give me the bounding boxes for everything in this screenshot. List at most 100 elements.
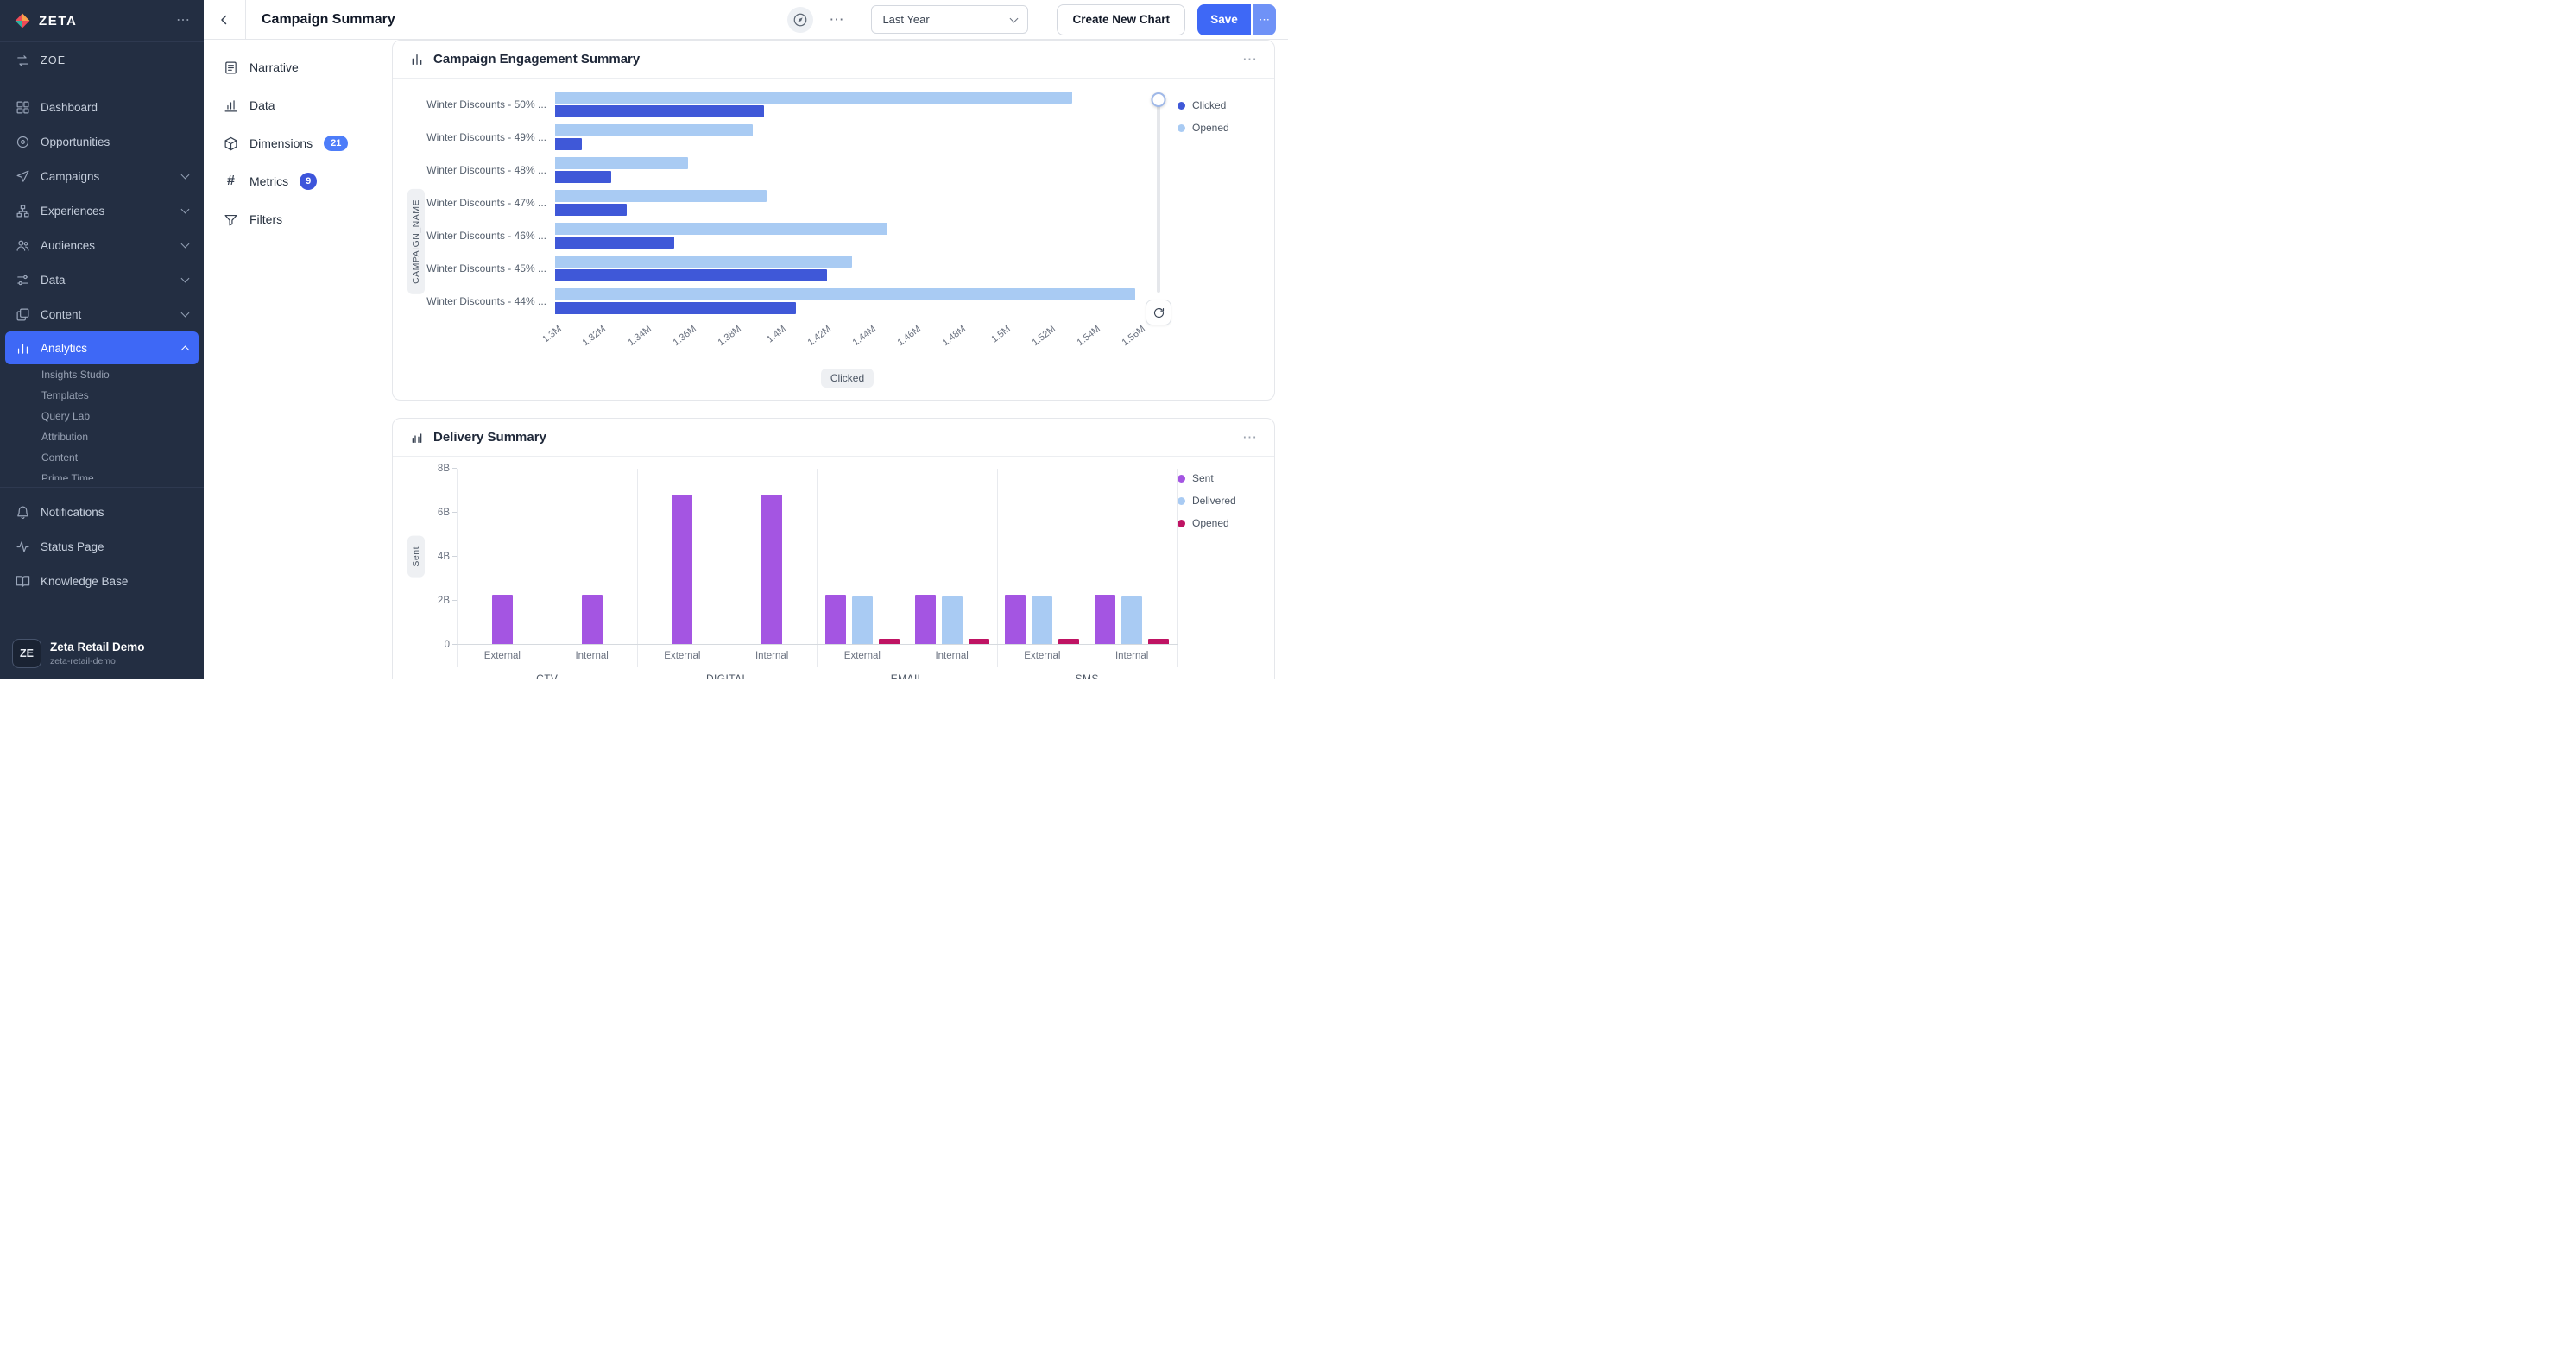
panel-item-narrative[interactable]: Narrative: [204, 48, 376, 86]
sidebar-item-dashboard[interactable]: Dashboard: [0, 90, 204, 124]
topbar: Campaign Summary ⋯ Last Year Create New …: [204, 0, 1288, 40]
funnel-icon: [224, 212, 238, 227]
slider-track[interactable]: [1157, 98, 1160, 293]
bar-opened[interactable]: [879, 639, 900, 644]
bar-clicked[interactable]: [555, 302, 796, 314]
sidebar-subitem-insights-studio[interactable]: Insights Studio: [0, 364, 204, 385]
legend-item[interactable]: Opened: [1178, 122, 1260, 134]
sidebar-item-notifications[interactable]: Notifications: [0, 495, 204, 529]
bar-sent[interactable]: [582, 595, 603, 644]
sidebar-item-label: Data: [41, 274, 66, 287]
time-range-select[interactable]: Last Year: [871, 5, 1028, 34]
zoe-label: ZOE: [41, 54, 66, 66]
bar-sent[interactable]: [492, 595, 513, 644]
bar-opened[interactable]: [555, 288, 1135, 300]
subgroup-label: Internal: [547, 645, 637, 667]
bar-opened[interactable]: [969, 639, 989, 644]
sidebar-item-experiences[interactable]: Experiences: [0, 193, 204, 228]
sidebar-item-analytics[interactable]: Analytics: [5, 331, 199, 364]
sidebar-divider: [0, 487, 204, 488]
bar-sent[interactable]: [825, 595, 846, 644]
profile-card[interactable]: ZE Zeta Retail Demo zeta-retail-demo: [0, 628, 204, 678]
more-options-icon[interactable]: ⋯: [1242, 52, 1257, 66]
x-tick-label: 1.5M: [989, 324, 1013, 345]
save-button[interactable]: Save: [1197, 4, 1251, 35]
bar-cell: [907, 469, 997, 644]
sidebar-item-audiences[interactable]: Audiences: [0, 228, 204, 262]
sidebar-item-content[interactable]: Content: [0, 297, 204, 331]
more-options-icon[interactable]: ⋯: [829, 12, 843, 27]
engagement-row: Winter Discounts - 50% ...: [427, 91, 1140, 118]
panel-item-filters[interactable]: Filters: [204, 200, 376, 238]
refresh-button[interactable]: [1146, 300, 1171, 325]
bar-sent[interactable]: [1005, 595, 1026, 644]
sidebar-subitem-prime-time[interactable]: Prime Time: [0, 468, 204, 480]
bar-opened[interactable]: [555, 256, 852, 268]
sidebar-subitem-templates[interactable]: Templates: [0, 385, 204, 406]
category-label: Winter Discounts - 44% ...: [427, 287, 555, 315]
bar-delivered[interactable]: [852, 596, 873, 644]
bar-clicked[interactable]: [555, 269, 827, 281]
bar-opened[interactable]: [555, 157, 688, 169]
sidebar-item-label: Notifications: [41, 506, 104, 519]
bar-opened[interactable]: [555, 223, 887, 235]
bar-delivered[interactable]: [1121, 596, 1142, 644]
bar-sent[interactable]: [1095, 595, 1115, 644]
bar-clicked[interactable]: [555, 171, 611, 183]
book-icon: [16, 574, 30, 589]
bar-sent[interactable]: [672, 495, 692, 644]
legend-item[interactable]: Opened: [1178, 517, 1260, 529]
content-area: Narrative Data Dimensions 21 # Metrics 9: [204, 40, 1288, 678]
more-options-icon[interactable]: ⋯: [1242, 430, 1257, 445]
bar-delivered[interactable]: [1032, 596, 1052, 644]
explore-button[interactable]: [787, 7, 813, 33]
bar-opened[interactable]: [555, 92, 1072, 104]
bar-clicked[interactable]: [555, 204, 627, 216]
bar-clicked[interactable]: [555, 237, 674, 249]
bar-sent[interactable]: [915, 595, 936, 644]
chevron-down-icon: [1010, 14, 1019, 22]
sidebar-subitem-query-lab[interactable]: Query Lab: [0, 406, 204, 426]
subgroup-label: Internal: [907, 645, 997, 667]
panel-item-label: Dimensions: [249, 136, 313, 150]
create-new-chart-button[interactable]: Create New Chart: [1057, 4, 1185, 35]
column-chart-icon: [410, 431, 424, 445]
sidebar-more-icon[interactable]: ⋯: [176, 14, 190, 28]
topbar-actions: ⋯ Last Year Create New Chart Save ⋯: [787, 4, 1288, 35]
bar-opened[interactable]: [555, 190, 767, 202]
main-area: Campaign Summary ⋯ Last Year Create New …: [204, 0, 1288, 678]
delivery-chart: Sent 02B4B6B8B ExternalInternalExternalI…: [393, 457, 1274, 678]
bar-opened[interactable]: [1058, 639, 1079, 644]
x-tick-label: 1.44M: [850, 324, 877, 348]
cube-icon: [224, 136, 238, 151]
save-more-icon[interactable]: ⋯: [1253, 4, 1276, 35]
sidebar-subitem-attribution[interactable]: Attribution: [0, 426, 204, 447]
panel-item-metrics[interactable]: # Metrics 9: [204, 162, 376, 200]
sidebar-item-opportunities[interactable]: Opportunities: [0, 124, 204, 159]
sidebar-item-data[interactable]: Data: [0, 262, 204, 297]
bar-clicked[interactable]: [555, 138, 582, 150]
sidebar-subitem-content[interactable]: Content: [0, 447, 204, 468]
bar-opened[interactable]: [555, 124, 753, 136]
panel-item-dimensions[interactable]: Dimensions 21: [204, 124, 376, 162]
layers-icon: [16, 307, 30, 322]
sidebar-item-status-page[interactable]: Status Page: [0, 529, 204, 564]
bar-opened[interactable]: [1148, 639, 1169, 644]
sidebar-item-campaigns[interactable]: Campaigns: [0, 159, 204, 193]
bar-sent[interactable]: [761, 495, 782, 644]
bar-cell: [638, 469, 728, 644]
back-button[interactable]: [204, 0, 246, 39]
activity-icon: [16, 540, 30, 554]
app: ZETA ⋯ ZOE Dashboard Opportunities Campa…: [0, 0, 1288, 678]
legend-item[interactable]: Delivered: [1178, 495, 1260, 507]
x-tick-label: 1.54M: [1076, 324, 1102, 348]
sidebar-item-zoe[interactable]: ZOE: [0, 41, 204, 79]
bar-clicked[interactable]: [555, 105, 764, 117]
group-label: DIGITAL: [637, 667, 818, 678]
slider-handle[interactable]: [1152, 92, 1166, 107]
legend-item[interactable]: Sent: [1178, 472, 1260, 484]
panel-item-data[interactable]: Data: [204, 86, 376, 124]
bar-delivered[interactable]: [942, 596, 963, 644]
legend-item[interactable]: Clicked: [1178, 99, 1260, 111]
sidebar-item-knowledge-base[interactable]: Knowledge Base: [0, 564, 204, 598]
